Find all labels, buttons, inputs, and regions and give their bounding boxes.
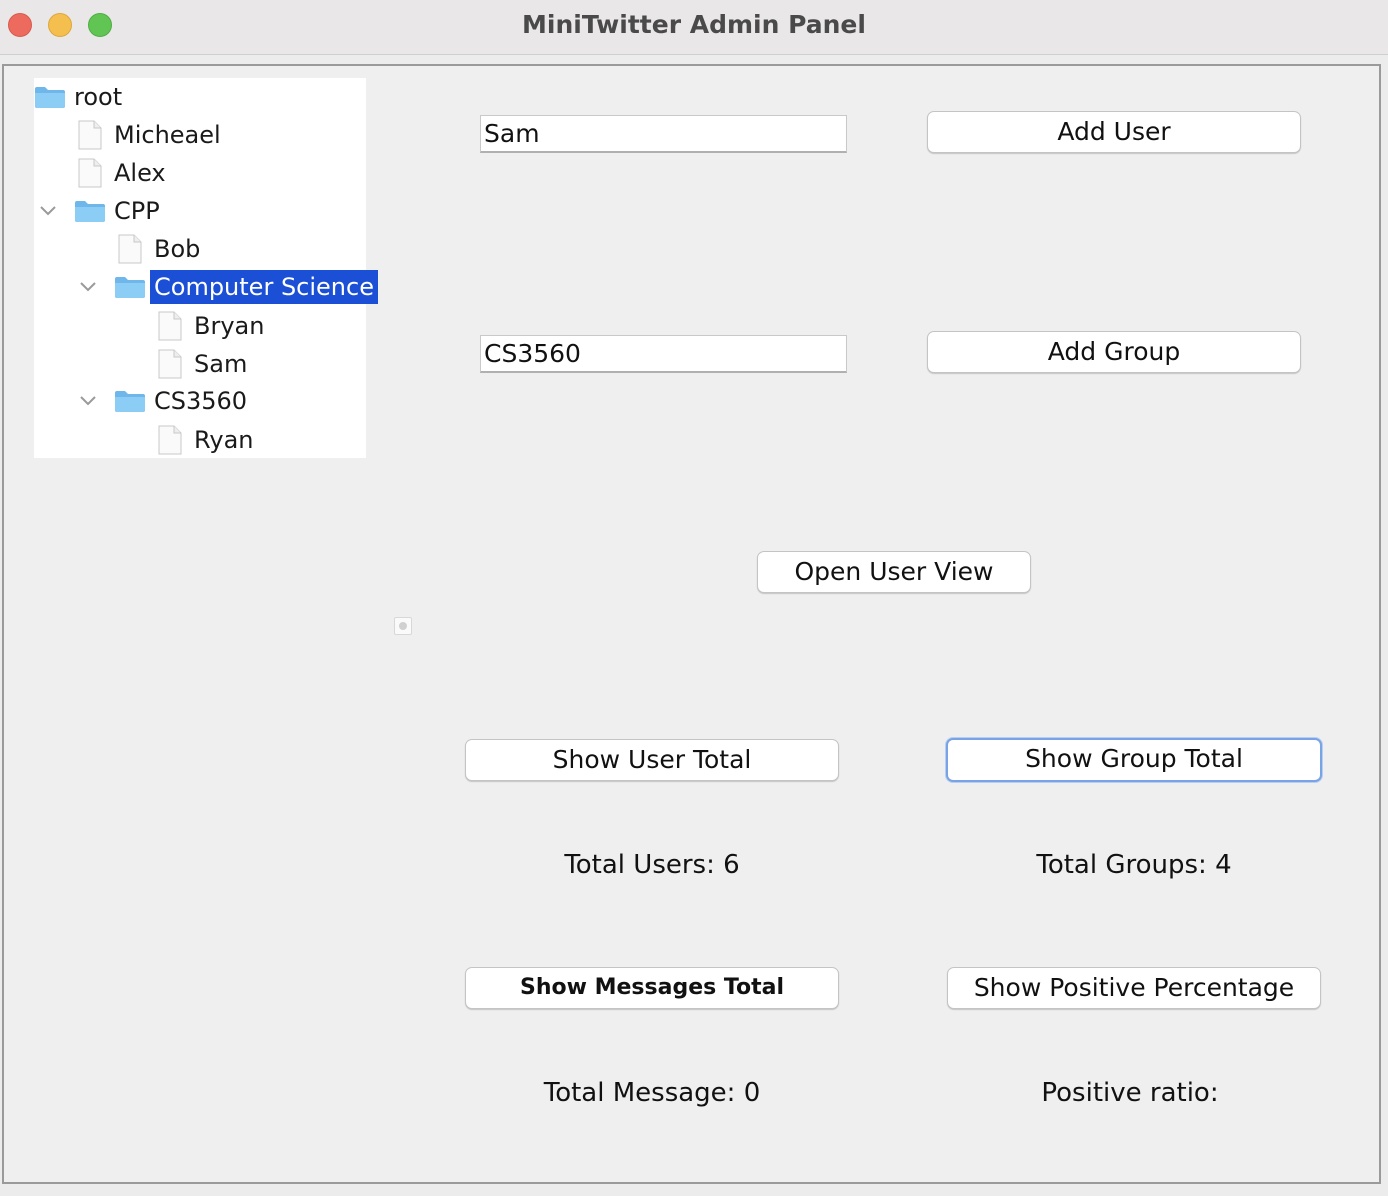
file-icon — [78, 120, 102, 150]
total-users-label: Total Users: 6 — [564, 850, 740, 880]
folder-icon — [115, 391, 145, 412]
tree-node-cs3560[interactable]: CS3560 — [114, 382, 247, 420]
tree-node-sam[interactable]: Sam — [158, 345, 247, 383]
title-bar: MiniTwitter Admin Panel — [0, 0, 1388, 55]
show-messages-total-button[interactable]: Show Messages Total — [465, 967, 839, 1009]
window-title: MiniTwitter Admin Panel — [522, 10, 866, 39]
open-user-view-button[interactable]: Open User View — [757, 551, 1031, 593]
tree-node-root[interactable]: root — [34, 78, 122, 116]
tree-node-label: Alex — [114, 159, 166, 187]
tree-node-label: Ryan — [194, 426, 254, 454]
chevron-down-icon[interactable] — [38, 201, 58, 221]
tree-node-label: CS3560 — [154, 387, 248, 415]
tree-node-label: Micheael — [114, 121, 221, 149]
tree-node-bob[interactable]: Bob — [118, 230, 200, 268]
tree-node-micheael[interactable]: Micheael — [78, 116, 221, 154]
file-icon — [78, 158, 102, 188]
user-id-input[interactable] — [480, 115, 847, 153]
tree-node-label: Computer Science — [150, 270, 378, 304]
split-pane-handle[interactable] — [394, 617, 412, 635]
positive-ratio-label: Positive ratio: — [1041, 1078, 1219, 1108]
show-positive-percentage-button[interactable]: Show Positive Percentage — [947, 967, 1321, 1009]
total-groups-label: Total Groups: 4 — [1036, 850, 1232, 880]
file-icon — [158, 425, 182, 455]
tree-node-ryan[interactable]: Ryan — [158, 421, 253, 459]
add-user-button[interactable]: Add User — [927, 111, 1301, 153]
show-group-total-button[interactable]: Show Group Total — [946, 738, 1322, 782]
folder-icon — [115, 277, 145, 298]
user-group-tree[interactable]: root Micheael Alex CPP Bob Computer Scie… — [34, 78, 378, 459]
add-group-button[interactable]: Add Group — [927, 331, 1301, 373]
tree-node-bryan[interactable]: Bryan — [158, 307, 264, 345]
file-icon — [158, 311, 182, 341]
show-user-total-button[interactable]: Show User Total — [465, 739, 839, 781]
chevron-down-icon[interactable] — [78, 277, 98, 297]
tree-node-label: Bob — [154, 235, 201, 263]
tree-node-alex[interactable]: Alex — [78, 154, 166, 192]
tree-node-label: CPP — [114, 197, 160, 225]
tree-node-computer-science[interactable]: Computer Science — [114, 268, 378, 306]
folder-icon — [75, 201, 105, 222]
file-icon — [158, 349, 182, 379]
total-message-label: Total Message: 0 — [543, 1078, 761, 1108]
tree-node-label: Bryan — [194, 312, 265, 340]
tree-node-label: root — [74, 83, 123, 111]
group-id-input[interactable] — [480, 335, 847, 373]
tree-node-label: Sam — [194, 350, 248, 378]
tree-node-cpp[interactable]: CPP — [74, 192, 160, 230]
chevron-down-icon[interactable] — [78, 391, 98, 411]
folder-icon — [35, 87, 65, 108]
file-icon — [118, 234, 142, 264]
